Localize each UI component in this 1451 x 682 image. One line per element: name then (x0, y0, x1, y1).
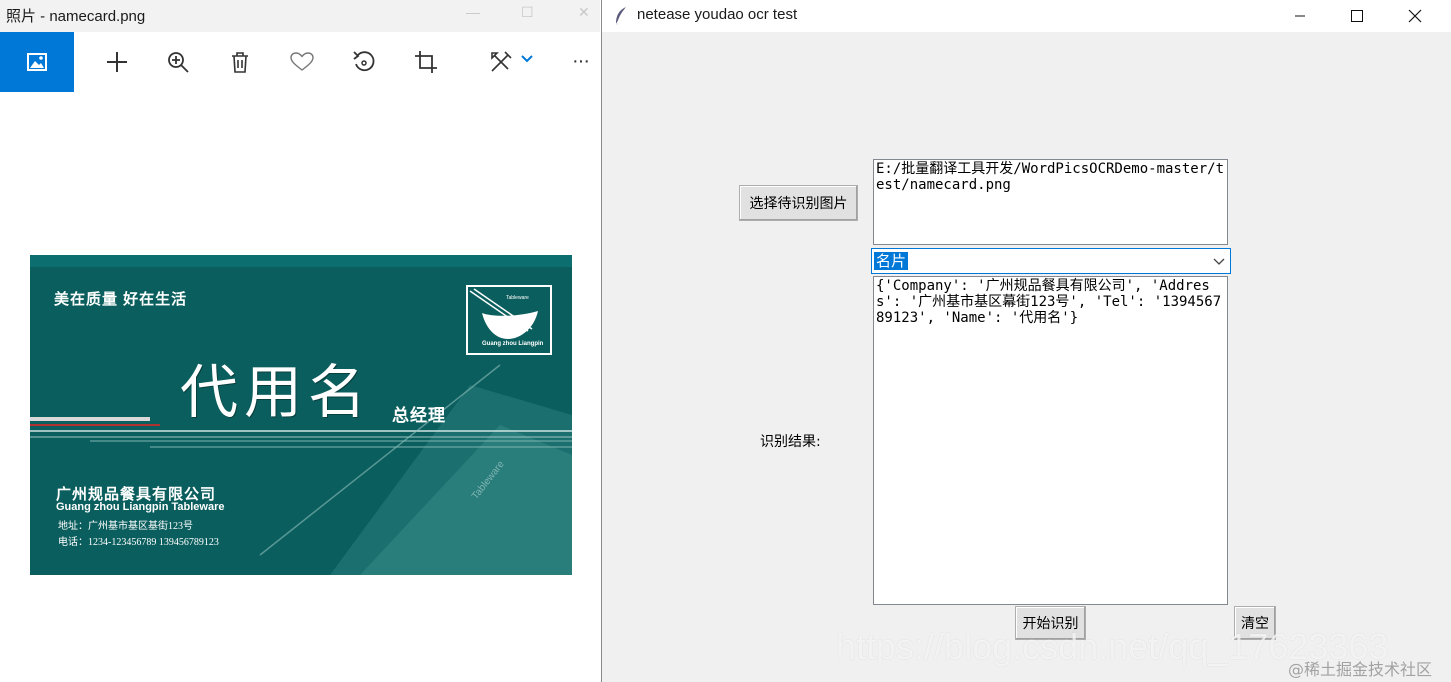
ocr-type-selected-value: 名片 (874, 252, 909, 270)
select-chevron-down-icon[interactable] (1210, 252, 1228, 270)
trash-icon[interactable] (226, 48, 254, 76)
result-textbox[interactable]: {'Company': '广州规品餐具有限公司', 'Address': '广州… (873, 276, 1228, 605)
more-icon[interactable]: ··· (572, 50, 590, 73)
minimize-icon[interactable] (1277, 0, 1323, 32)
card-slogan: 美在质量 好在生活 (54, 291, 188, 308)
photos-minimize-icon[interactable]: — (466, 4, 480, 20)
chevron-down-icon[interactable] (520, 52, 534, 70)
heart-icon[interactable] (288, 48, 316, 76)
photos-maximize-icon[interactable]: ☐ (521, 4, 534, 21)
crop-icon[interactable] (412, 48, 440, 76)
maximize-icon[interactable] (1334, 0, 1380, 32)
ocr-app-title: netease youdao ocr test (637, 6, 798, 23)
select-image-button[interactable]: 选择待识别图片 (739, 185, 858, 221)
card-company-english: Guang zhou Liangpin Tableware (56, 501, 225, 513)
card-name: 代用名 (180, 358, 373, 426)
zoom-in-icon[interactable] (164, 48, 192, 76)
close-icon[interactable] (1392, 0, 1438, 32)
photos-window-title: 照片 - namecard.png (6, 8, 146, 25)
photos-close-icon[interactable]: ✕ (578, 4, 590, 21)
card-phone: 电话：1234-123456789 139456789123 (58, 537, 219, 548)
plus-icon[interactable] (103, 48, 131, 76)
card-logo-text: Guang zhou Liangpin (482, 341, 544, 347)
juejin-watermark: @稀土掘金技术社区 (1288, 660, 1433, 679)
card-address: 地址：广州基市基区基街123号 (58, 521, 193, 532)
result-label: 识别结果: (760, 434, 821, 450)
card-position: 总经理 (392, 406, 446, 425)
feather-icon (614, 6, 628, 31)
namecard-image: 美在质量 好在生活 代用名 总经理 广州规品餐具有限公司 Guang zhou … (30, 255, 572, 575)
rotate-icon[interactable] (350, 48, 378, 76)
photo-icon (27, 53, 47, 71)
card-logo-caption: Tableware (506, 295, 529, 301)
edit-icon[interactable] (487, 48, 515, 76)
photo-view-button[interactable] (0, 32, 74, 92)
image-path-textbox[interactable]: E:/批量翻译工具开发/WordPicsOCRDemo-master/test/… (873, 159, 1228, 245)
ocr-type-select[interactable] (871, 248, 1231, 274)
